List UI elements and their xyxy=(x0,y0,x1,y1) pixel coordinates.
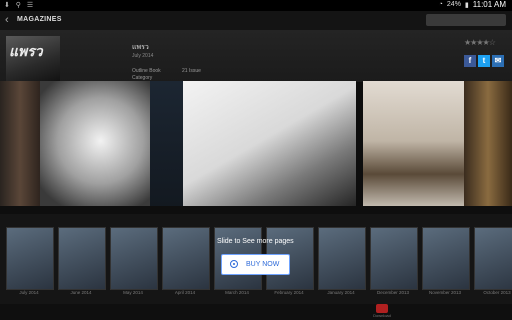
issue-label: November 2013 xyxy=(428,290,462,295)
issue-label: April 2014 xyxy=(174,290,196,295)
battery-icon: ▮ xyxy=(464,1,469,9)
clock: 11:01 AM xyxy=(472,0,506,9)
issue-label: May 2014 xyxy=(123,290,143,295)
email-icon[interactable]: ✉ xyxy=(492,55,504,67)
bottom-bar xyxy=(0,304,512,320)
issue-thumbnail[interactable] xyxy=(422,227,470,290)
magazine-detail: แพรว xyxy=(0,30,512,82)
cover-thumbnail[interactable]: แพรว xyxy=(6,36,60,82)
wifi-icon: ◔ xyxy=(438,1,443,8)
search-box[interactable] xyxy=(426,14,506,26)
issue-label: March 2014 xyxy=(225,290,249,295)
issue-thumbnail[interactable] xyxy=(58,227,106,290)
slide-hint: Slide to See more pages xyxy=(217,238,294,245)
page-right xyxy=(363,81,464,214)
share-buttons: f t ✉ xyxy=(464,55,504,67)
issue-thumbnail[interactable] xyxy=(474,227,512,290)
meta-publisher: Outline Book xyxy=(132,68,161,74)
issue-label: October 2013 xyxy=(483,290,511,295)
circle-dot-icon xyxy=(230,260,238,268)
issue-label: January 2014 xyxy=(327,290,355,295)
magazine-name: แพรว xyxy=(132,44,149,51)
facebook-icon[interactable]: f xyxy=(464,55,476,67)
buy-now-button[interactable]: BUY NOW xyxy=(221,254,290,275)
magazine-date: July 2014 xyxy=(132,53,154,59)
download-label: Download xyxy=(373,313,391,318)
issue-label: July 2014 xyxy=(19,290,39,295)
issue-thumbnail[interactable] xyxy=(6,227,54,290)
page-mid-left xyxy=(150,81,183,214)
download-icon[interactable] xyxy=(376,304,388,313)
twitter-icon[interactable]: t xyxy=(478,55,490,67)
page-left xyxy=(40,81,150,214)
issue-thumbnail[interactable] xyxy=(110,227,158,290)
page-title: MAGAZINES xyxy=(17,16,62,23)
page-far-left xyxy=(0,81,40,214)
issue-label: February 2014 xyxy=(274,290,304,295)
issue-thumbnail[interactable] xyxy=(370,227,418,290)
spread-shadow xyxy=(0,206,512,214)
page-mid-right xyxy=(183,81,356,214)
rating-stars: ★★★★☆ xyxy=(464,38,496,47)
issue-thumbnail[interactable] xyxy=(318,227,366,290)
status-bar: ⬇ ⚲ ☰ ◔ 24% ▮ 11:01 AM xyxy=(0,0,512,11)
buy-now-label: BUY NOW xyxy=(246,261,280,268)
meta-issues: 21 Issue xyxy=(182,68,201,74)
page-spread[interactable] xyxy=(0,81,512,214)
app-bar: ‹ MAGAZINES xyxy=(0,11,512,31)
status-icons-left: ⬇ ⚲ ☰ xyxy=(4,2,36,9)
battery-percent: 24% xyxy=(446,1,461,8)
page-far-right xyxy=(464,81,512,214)
issue-label: December 2013 xyxy=(376,290,410,295)
magazine-logo: แพรว xyxy=(9,44,43,60)
issue-label: June 2014 xyxy=(70,290,92,295)
issue-thumbnail[interactable] xyxy=(162,227,210,290)
status-icons-right: ◔ 24% ▮ 11:01 AM xyxy=(439,0,506,9)
chevron-left-icon[interactable]: ‹ xyxy=(5,14,9,26)
